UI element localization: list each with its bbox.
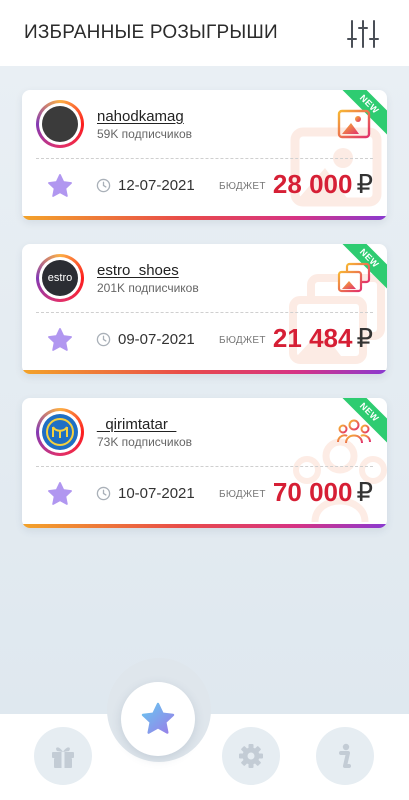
info-icon: [339, 743, 351, 768]
card-accent-bar: [22, 216, 387, 220]
giveaway-date: 12-07-2021: [118, 177, 195, 194]
budget-amount: 21 484 ₽: [272, 323, 373, 353]
image-icon: [337, 109, 371, 139]
gift-icon: [52, 747, 74, 768]
currency-symbol: ₽: [356, 169, 373, 199]
nav-gift-button[interactable]: [34, 727, 92, 785]
budget-label: БЮДЖЕТ: [219, 335, 266, 346]
divider: [36, 158, 373, 159]
account-username[interactable]: estro_shoes: [97, 262, 179, 279]
account-username[interactable]: nahodkamag: [97, 108, 184, 125]
currency-symbol: ₽: [356, 477, 373, 507]
giveaway-date: 09-07-2021: [118, 331, 195, 348]
followers-count: 201K подписчиков: [97, 281, 199, 295]
clock-icon: [96, 486, 111, 501]
favorite-star-icon[interactable]: [46, 172, 74, 200]
budget-label: БЮДЖЕТ: [219, 489, 266, 500]
budget-amount: 28 000 ₽: [272, 169, 373, 199]
avatar[interactable]: [36, 408, 84, 456]
followers-count: 73K подписчиков: [97, 435, 193, 449]
sliders-icon[interactable]: [346, 18, 380, 50]
giveaway-card[interactable]: NEW estro estro_shoes 201K подписчиков 0…: [22, 244, 387, 374]
favorite-star-icon[interactable]: [46, 326, 74, 354]
star-icon: [141, 702, 175, 734]
card-accent-bar: [22, 370, 387, 374]
favorite-star-icon[interactable]: [46, 480, 74, 508]
giveaway-date: 10-07-2021: [118, 485, 195, 502]
giveaway-card[interactable]: NEW nahodkamag 59K подписчиков 12-07-202…: [22, 90, 387, 220]
clock-icon: [96, 178, 111, 193]
budget-label: БЮДЖЕТ: [219, 181, 266, 192]
budget-amount: 70 000 ₽: [272, 477, 373, 507]
group-icon: [337, 419, 371, 444]
followers-count: 59K подписчиков: [97, 127, 193, 141]
avatar[interactable]: estro: [36, 254, 84, 302]
favorites-list: NEW nahodkamag 59K подписчиков 12-07-202…: [0, 66, 409, 714]
currency-symbol: ₽: [356, 323, 373, 353]
gear-icon: [239, 744, 263, 768]
gallery-icon: [337, 262, 371, 293]
divider: [36, 466, 373, 467]
divider: [36, 312, 373, 313]
nav-info-button[interactable]: [316, 727, 374, 785]
nav-settings-button[interactable]: [222, 727, 280, 785]
giveaway-card[interactable]: NEW _qirimtatar_ 73K подписчиков 10-07-2…: [22, 398, 387, 528]
avatar[interactable]: [36, 100, 84, 148]
avatar-logo-text: estro: [47, 272, 73, 284]
account-username[interactable]: _qirimtatar_: [97, 416, 176, 433]
nav-favorites-button[interactable]: [121, 682, 195, 756]
page-title: ИЗБРАННЫЕ РОЗЫГРЫШИ: [24, 22, 278, 43]
tamga-logo: [46, 418, 74, 446]
top-bar: ИЗБРАННЫЕ РОЗЫГРЫШИ: [0, 0, 409, 66]
clock-icon: [96, 332, 111, 347]
card-accent-bar: [22, 524, 387, 528]
